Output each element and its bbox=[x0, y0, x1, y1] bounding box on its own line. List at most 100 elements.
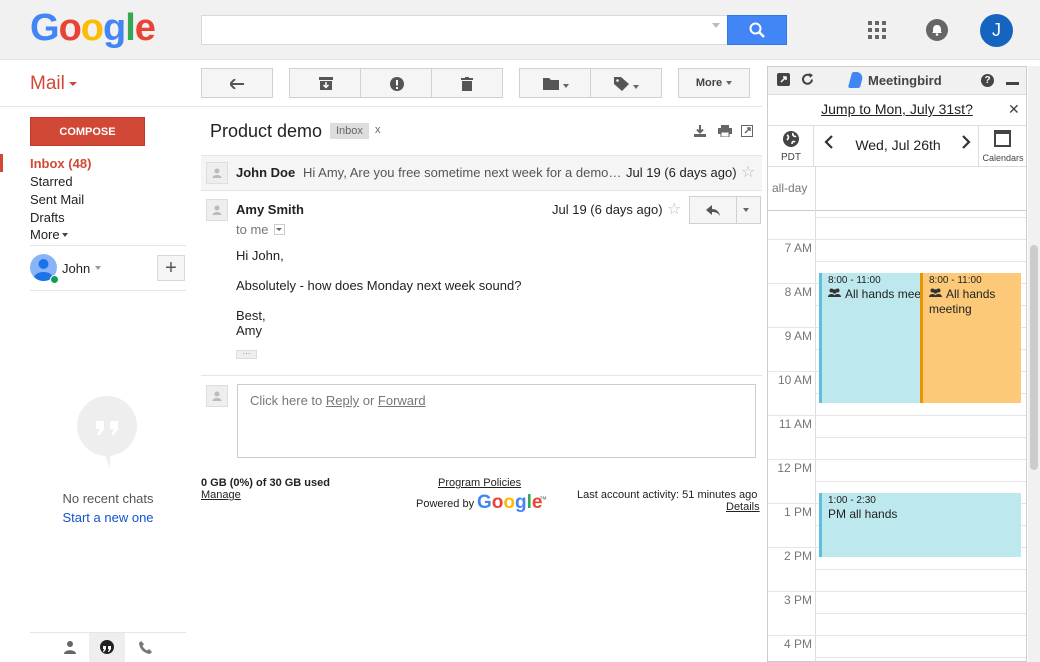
current-date: Wed, Jul 26th bbox=[855, 137, 941, 153]
minimize-icon[interactable] bbox=[1006, 82, 1019, 85]
hour-tick bbox=[768, 283, 815, 284]
event-name: All hands meeting bbox=[828, 287, 922, 302]
refresh-icon[interactable] bbox=[800, 73, 814, 87]
back-button[interactable] bbox=[201, 68, 273, 98]
sidebar-item-inbox[interactable]: Inbox (48) bbox=[30, 156, 91, 171]
reply-prompt[interactable]: Click here to Reply or Forward bbox=[250, 393, 426, 408]
meetingbird-panel: Meetingbird ? Jump to Mon, July 31st? ✕ … bbox=[767, 66, 1027, 662]
timezone-label: PDT bbox=[781, 152, 801, 163]
day-grid[interactable]: 7 AM 8 AM 9 AM 10 AM 11 AM 12 PM 1 PM 2 PM 3 PM 4… bbox=[768, 211, 1026, 661]
mail-switcher-caret-icon[interactable] bbox=[69, 82, 77, 86]
chevron-down-icon bbox=[62, 233, 68, 237]
hour-label: 8 AM bbox=[784, 285, 812, 299]
jump-to-date-link[interactable]: Jump to Mon, July 31st? bbox=[768, 101, 1026, 117]
star-icon[interactable]: ☆ bbox=[741, 162, 755, 182]
contacts-person-icon[interactable] bbox=[61, 640, 79, 658]
all-day-row[interactable]: all-day bbox=[768, 167, 1026, 211]
hour-label: 3 PM bbox=[783, 593, 812, 607]
apps-grid-icon[interactable] bbox=[868, 21, 886, 39]
account-avatar[interactable]: J bbox=[980, 14, 1013, 47]
divider bbox=[0, 106, 200, 107]
show-details-caret-icon[interactable] bbox=[274, 224, 285, 235]
google-logo[interactable]: Google bbox=[30, 7, 156, 50]
more-actions-button[interactable]: More bbox=[678, 68, 750, 98]
divider bbox=[815, 167, 816, 211]
phone-icon[interactable] bbox=[136, 640, 154, 658]
pop-out-icon[interactable] bbox=[776, 73, 790, 87]
timezone-selector[interactable]: PDT bbox=[768, 126, 814, 166]
manage-storage-link[interactable]: Manage bbox=[201, 489, 241, 501]
divider bbox=[200, 106, 762, 107]
hour-tick bbox=[768, 547, 815, 548]
half-hour-line bbox=[815, 437, 1026, 438]
date-navigation: PDT Wed, Jul 26th Calendars bbox=[768, 125, 1026, 167]
collapsed-sender[interactable]: John Doe bbox=[236, 165, 295, 180]
top-header: Google J bbox=[0, 0, 1040, 60]
move-to-button[interactable] bbox=[519, 68, 591, 98]
label-tag-icon bbox=[613, 77, 629, 91]
my-avatar-icon bbox=[206, 385, 228, 407]
archive-button[interactable] bbox=[289, 68, 361, 98]
hour-label: 1 PM bbox=[783, 505, 812, 519]
compose-button[interactable]: COMPOSE bbox=[30, 117, 145, 146]
next-day-chevron-icon[interactable] bbox=[961, 135, 971, 154]
close-icon[interactable]: ✕ bbox=[1008, 101, 1020, 118]
search-icon bbox=[749, 22, 765, 38]
calendar-event[interactable]: 8:00 - 11:00All hands meeting bbox=[819, 273, 922, 403]
inbox-label-chip[interactable]: Inbox bbox=[330, 123, 369, 139]
star-icon[interactable]: ☆ bbox=[667, 199, 681, 219]
calendars-selector[interactable]: Calendars bbox=[978, 126, 1026, 166]
message-sender[interactable]: Amy Smith bbox=[236, 202, 304, 217]
program-policies-link[interactable]: Program Policies bbox=[438, 477, 521, 489]
search-button[interactable] bbox=[727, 15, 787, 45]
add-chat-button[interactable]: + bbox=[157, 255, 185, 281]
sidebar-item-drafts[interactable]: Drafts bbox=[30, 210, 65, 225]
sidebar-item-sent-mail[interactable]: Sent Mail bbox=[30, 192, 84, 207]
sidebar-item-more[interactable]: More bbox=[30, 227, 60, 242]
hour-tick bbox=[768, 459, 815, 460]
meetingbird-title: Meetingbird bbox=[868, 73, 942, 88]
chat-user-name[interactable]: John bbox=[62, 261, 90, 276]
reply-prompt-text: or bbox=[359, 393, 378, 408]
hour-line bbox=[815, 591, 1026, 592]
remove-label-button[interactable]: x bbox=[375, 124, 381, 136]
hangouts-tab-icon[interactable] bbox=[98, 640, 116, 658]
message-body-line: Absolutely - how does Monday next week s… bbox=[236, 278, 522, 293]
labels-button[interactable] bbox=[590, 68, 662, 98]
hour-tick bbox=[768, 415, 815, 416]
reply-button[interactable] bbox=[689, 196, 737, 224]
activity-details-link[interactable]: Details bbox=[726, 501, 760, 513]
active-item-indicator bbox=[0, 154, 3, 172]
help-icon[interactable]: ? bbox=[981, 74, 994, 87]
chevron-down-icon[interactable] bbox=[95, 266, 101, 270]
scrollbar-thumb[interactable] bbox=[1030, 245, 1038, 470]
report-spam-button[interactable] bbox=[360, 68, 432, 98]
mail-switcher[interactable]: Mail bbox=[30, 73, 65, 95]
delete-button[interactable] bbox=[431, 68, 503, 98]
reply-link[interactable]: Reply bbox=[326, 393, 359, 408]
forward-link[interactable]: Forward bbox=[378, 393, 426, 408]
reply-more-options-button[interactable] bbox=[736, 196, 761, 224]
download-icon[interactable] bbox=[694, 125, 707, 138]
collapsed-snippet[interactable]: Hi Amy, Are you free sometime next week … bbox=[303, 165, 621, 180]
print-icon[interactable] bbox=[718, 125, 732, 138]
calendar-event[interactable]: 8:00 - 11:00All hands meeting bbox=[920, 273, 1021, 403]
event-time: 8:00 - 11:00 bbox=[929, 275, 982, 286]
hour-line bbox=[815, 239, 1026, 240]
message-date: Jul 19 (6 days ago) bbox=[552, 202, 663, 217]
hour-line bbox=[815, 635, 1026, 636]
previous-day-chevron-icon[interactable] bbox=[824, 135, 834, 154]
powered-by-google-logo: Google bbox=[477, 492, 543, 513]
search-options-caret-icon[interactable] bbox=[712, 23, 720, 28]
meetingbird-header: Meetingbird ? bbox=[768, 67, 1026, 95]
open-in-new-window-icon[interactable] bbox=[741, 125, 754, 138]
show-trimmed-content-button[interactable]: ··· bbox=[236, 350, 257, 359]
start-new-chat-link[interactable]: Start a new one bbox=[30, 510, 186, 525]
search-input[interactable] bbox=[201, 15, 728, 45]
hour-label: 12 PM bbox=[777, 461, 812, 475]
sidebar-item-starred[interactable]: Starred bbox=[30, 174, 73, 189]
notifications-bell-icon[interactable] bbox=[926, 19, 948, 41]
calendar-event[interactable]: 1:00 - 2:30 PM all hands bbox=[819, 493, 1021, 557]
arrow-left-icon bbox=[228, 78, 244, 90]
hour-tick bbox=[768, 239, 815, 240]
